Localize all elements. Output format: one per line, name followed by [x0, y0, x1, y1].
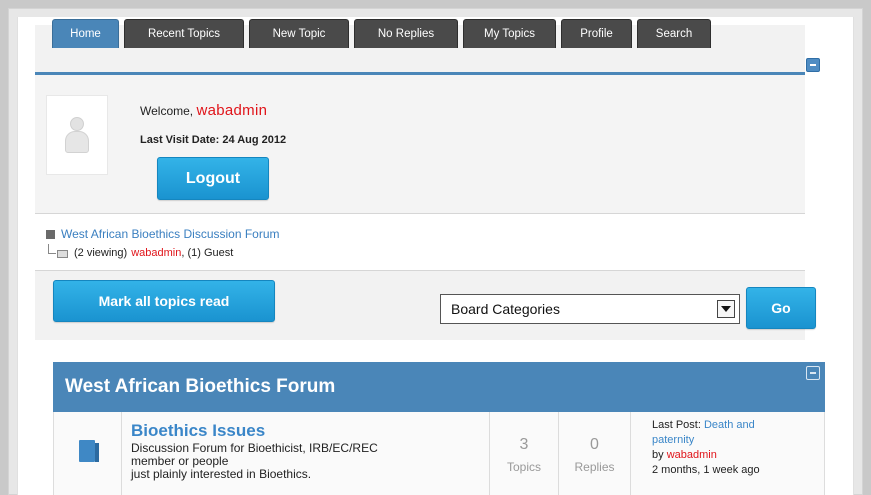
replies-count: 0 [590, 436, 599, 453]
chevron-down-icon[interactable] [717, 300, 735, 318]
forum-description: Discussion Forum for Bioethicist, IRB/EC… [131, 442, 471, 481]
mark-all-read-button[interactable]: Mark all topics read [53, 280, 275, 322]
cell-divider [630, 412, 631, 495]
tab-my-topics[interactable]: My Topics [463, 19, 556, 48]
tab-new-topic[interactable]: New Topic [249, 19, 349, 48]
replies-stat: 0 Replies [559, 436, 630, 474]
welcome-username[interactable]: wabadmin [196, 102, 267, 119]
last-visit-date: 24 Aug 2012 [222, 134, 287, 146]
welcome-greeting: Welcome, [140, 104, 194, 118]
forum-title[interactable]: Bioethics Issues [131, 421, 265, 441]
forum-folder-icon [79, 440, 99, 462]
board-category-value: Board Categories [451, 301, 560, 317]
welcome-message: Welcome, wabadmin [140, 102, 267, 119]
last-visit: Last Visit Date: 24 Aug 2012 [140, 134, 286, 146]
viewer-username[interactable]: wabadmin [131, 247, 181, 259]
topics-count: 3 [519, 436, 529, 453]
go-button[interactable]: Go [746, 287, 816, 329]
last-post: Last Post: Death and paternity by wabadm… [652, 418, 822, 478]
section-title: West African Bioethics Forum [65, 376, 336, 397]
avatar [46, 95, 108, 175]
default-avatar-icon [64, 115, 90, 155]
tab-home[interactable]: Home [52, 19, 119, 48]
last-post-author[interactable]: wabadmin [667, 449, 717, 461]
forum-square-icon [46, 229, 55, 239]
section-collapse-icon[interactable] [806, 366, 820, 380]
last-visit-label: Last Visit Date: [140, 134, 220, 146]
tab-profile[interactable]: Profile [561, 19, 632, 48]
forum-description-line: just plainly interested in Bioethics. [131, 467, 312, 481]
topics-stat: 3 Topics [490, 436, 558, 474]
guest-count: , (1) Guest [181, 247, 234, 259]
tree-branch-icon [46, 244, 68, 258]
last-post-time: 2 months, 1 week ago [652, 464, 760, 476]
last-post-title[interactable]: Death and [704, 419, 755, 431]
viewing-count: (2 viewing) [74, 247, 128, 259]
logout-button[interactable]: Logout [157, 157, 269, 200]
tab-search[interactable]: Search [637, 19, 711, 48]
panel-collapse-icon[interactable] [806, 58, 820, 72]
whos-online-viewers: (2 viewing) wabadmin, (1) Guest [46, 244, 234, 259]
topics-label: Topics [506, 460, 541, 474]
last-post-by: by [652, 449, 664, 461]
cell-divider [121, 412, 122, 495]
whos-online-forum: West African Bioethics Discussion Forum [46, 227, 280, 241]
board-category-select[interactable]: Board Categories [440, 294, 740, 324]
forum-link[interactable]: West African Bioethics Discussion Forum [61, 227, 280, 241]
last-post-title-cont[interactable]: paternity [652, 433, 822, 448]
tab-recent-topics[interactable]: Recent Topics [124, 19, 244, 48]
tab-no-replies[interactable]: No Replies [354, 19, 458, 48]
replies-label: Replies [574, 460, 615, 474]
last-post-label: Last Post: [652, 419, 701, 431]
section-header: West African Bioethics Forum [53, 362, 825, 412]
